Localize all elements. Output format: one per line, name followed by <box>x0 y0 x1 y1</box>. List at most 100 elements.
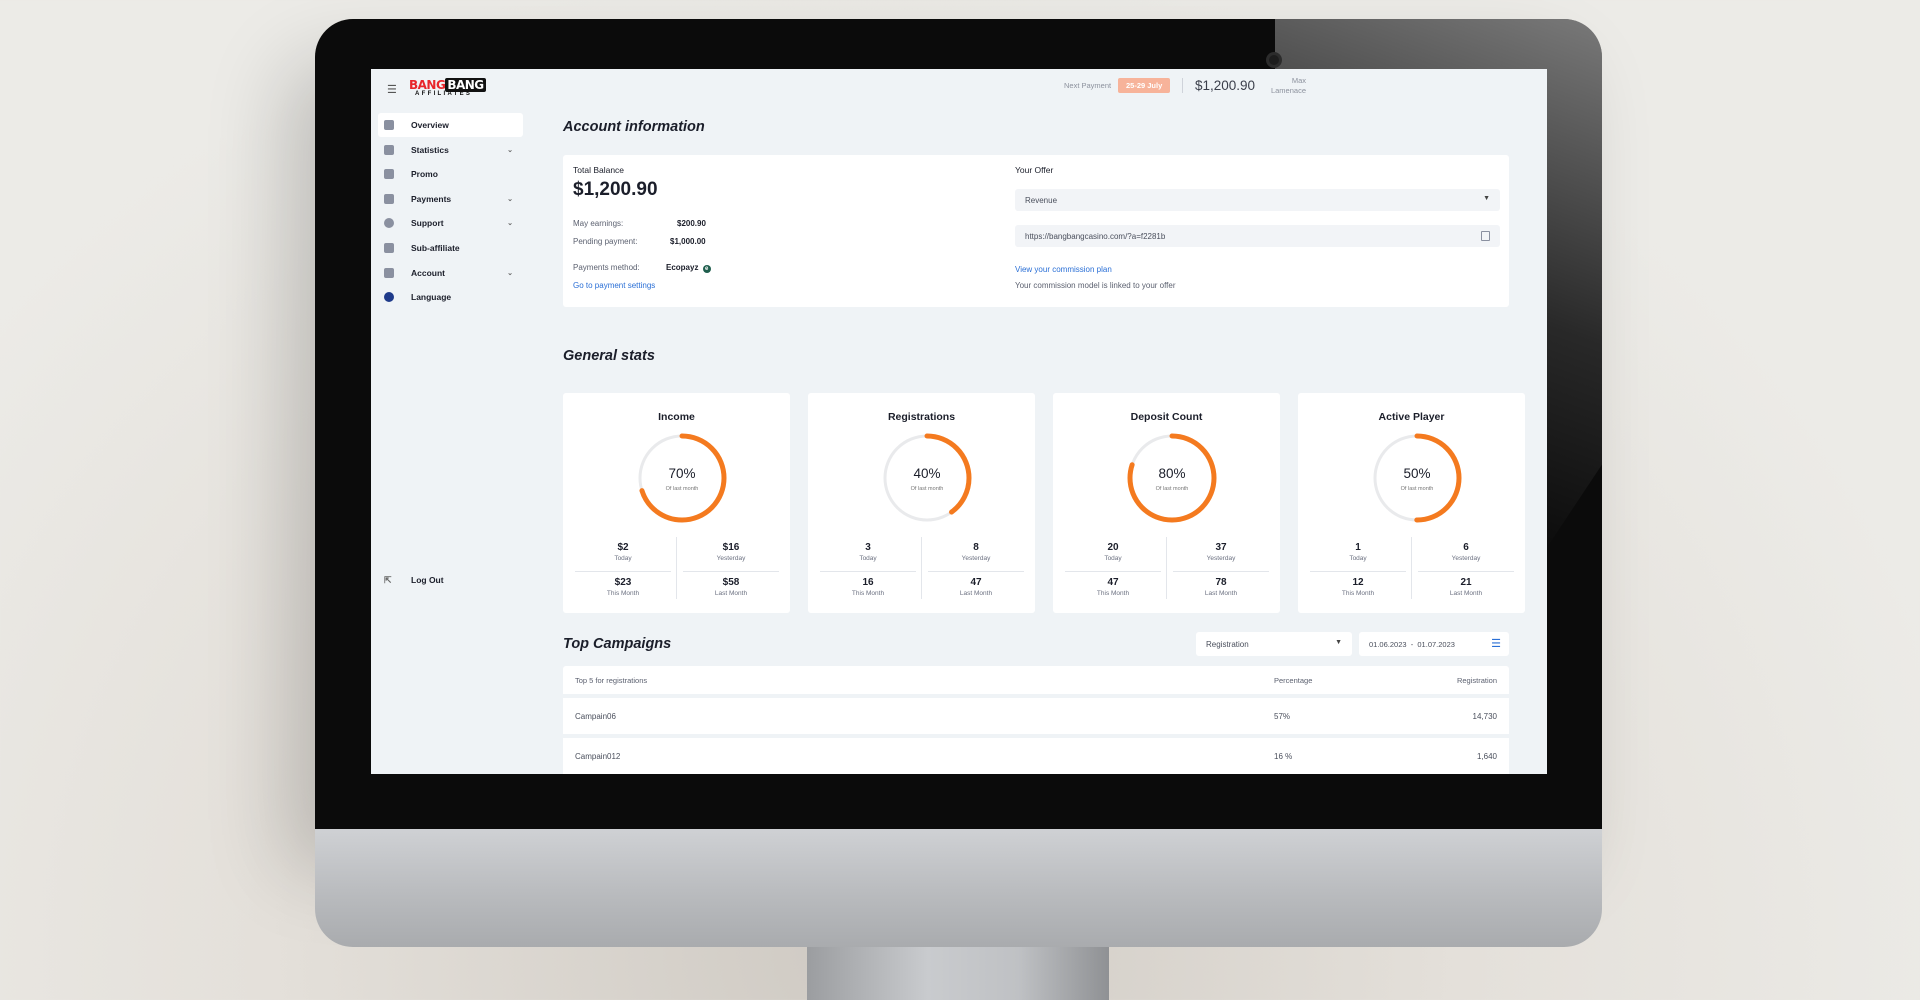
campaign-filter-select[interactable]: Registration ▼ <box>1196 632 1352 656</box>
chevron-down-icon: ⌄ <box>507 269 513 277</box>
total-balance-label: Total Balance <box>573 165 625 175</box>
logout-button[interactable]: ⇱ Log Out <box>384 575 444 585</box>
stat-title: Income <box>658 411 695 423</box>
divider <box>1310 571 1406 572</box>
stat-card: Registrations 40% Of last month 3 Today 8… <box>808 393 1035 613</box>
monitor-chin <box>315 829 1602 947</box>
copy-icon[interactable] <box>1481 231 1490 241</box>
stat-yesterday: 8 Yesterday <box>961 542 991 562</box>
payment-settings-link[interactable]: Go to payment settings <box>573 281 655 290</box>
table-cell: Campain06 <box>575 711 616 721</box>
stat-this-month: $23 This Month <box>606 577 640 597</box>
commission-plan-link[interactable]: View your commission plan <box>1015 265 1112 274</box>
stat-last-month: 47 Last Month <box>959 577 993 597</box>
table-cell: 16 % <box>1274 751 1293 761</box>
camera-icon <box>1266 52 1282 68</box>
sidebar-item-promo[interactable]: Promo <box>378 162 523 186</box>
pending-payment: $1,000.00 <box>670 237 706 246</box>
sidebar-item-label: Payments <box>411 193 452 204</box>
chevron-down-icon: ▼ <box>1483 195 1490 202</box>
chevron-down-icon: ⌄ <box>507 220 513 228</box>
top-campaigns-title: Top Campaigns <box>563 636 672 652</box>
sidebar-item-label: Language <box>411 292 452 303</box>
sidebar-item-language[interactable]: Language <box>378 285 523 309</box>
sidebar-item-payments[interactable]: Payments ⌄ <box>378 187 523 211</box>
stat-yesterday: 37 Yesterday <box>1206 542 1236 562</box>
stat-yesterday: 6 Yesterday <box>1451 542 1481 562</box>
user-icon <box>384 267 394 278</box>
divider <box>676 537 677 599</box>
table-header: Top 5 for registrations Percentage Regis… <box>563 666 1509 694</box>
sidebar-item-account[interactable]: Account ⌄ <box>378 261 523 285</box>
account-card: Total Balance $1,200.90 May earnings: $2… <box>563 155 1509 307</box>
table-cell: 14,730 <box>1472 711 1497 721</box>
sidebar-item-overview[interactable]: Overview <box>378 113 523 137</box>
affiliate-url-field[interactable]: https://bangbangcasino.com/?a=f2281b <box>1015 225 1500 247</box>
logo[interactable]: BANG BANG AFFILIATES <box>409 78 486 97</box>
offer-select[interactable]: Revenue ▼ <box>1015 189 1500 211</box>
sidebar-item-support[interactable]: Support ⌄ <box>378 211 523 235</box>
stat-last-month: 78 Last Month <box>1204 577 1238 597</box>
stat-yesterday: $16 Yesterday <box>716 542 746 562</box>
divider <box>928 571 1024 572</box>
next-payment-label: Next Payment <box>1064 81 1112 90</box>
stat-today: $2 Today <box>614 542 632 562</box>
sidebar: ☰ BANG BANG AFFILIATES Overview Statistics… <box>371 69 531 774</box>
chevron-down-icon: ⌄ <box>507 195 513 203</box>
stat-title: Active Player <box>1378 411 1445 423</box>
sidebar-item-label: Sub-affiliate <box>411 242 460 253</box>
divider <box>1166 537 1167 599</box>
chevron-down-icon: ⌄ <box>507 146 513 154</box>
sidebar-item-label: Promo <box>411 169 438 180</box>
chevron-down-icon: ▼ <box>1335 639 1342 646</box>
menu-icon[interactable]: ☰ <box>387 83 397 96</box>
table-cell: Campain012 <box>575 751 621 761</box>
sidebar-item-label: Support <box>411 218 444 229</box>
table-row[interactable]: Campain06 57% 14,730 <box>563 698 1509 734</box>
help-icon <box>384 218 394 229</box>
your-offer-label: Your Offer <box>1015 165 1054 175</box>
stat-today: 1 Today <box>1349 542 1367 562</box>
sidebar-item-sub-affiliate[interactable]: Sub-affiliate <box>378 236 523 260</box>
stat-title: Registrations <box>887 411 956 423</box>
stat-today: 20 Today <box>1104 542 1122 562</box>
date-range-picker[interactable]: 01.06.2023 - 01.07.2023 ☰ <box>1359 632 1509 656</box>
chart-icon <box>384 144 394 155</box>
account-title: Account information <box>563 119 705 135</box>
progress-ring <box>1372 433 1462 523</box>
header-balance: $1,200.90 <box>1195 78 1256 93</box>
divider <box>683 571 779 572</box>
stat-last-month: 21 Last Month <box>1449 577 1483 597</box>
header-divider <box>1182 78 1183 93</box>
stat-today: 3 Today <box>859 542 877 562</box>
progress-ring <box>1127 433 1217 523</box>
list-view-icon[interactable]: ☰ <box>1491 637 1501 650</box>
divider <box>575 571 671 572</box>
table-row[interactable]: Campain012 16 % 1,640 <box>563 738 1509 774</box>
logout-icon: ⇱ <box>384 575 392 585</box>
table-cell: 57% <box>1274 711 1291 721</box>
campaigns-table: Top 5 for registrations Percentage Regis… <box>563 666 1509 774</box>
divider <box>1173 571 1269 572</box>
progress-ring <box>637 433 727 523</box>
sidebar-nav: Overview Statistics ⌄ Promo Payments ⌄ Support… <box>378 113 523 310</box>
next-payment-badge: 25-29 July <box>1118 78 1171 93</box>
divider <box>820 571 916 572</box>
may-earnings: $200.90 <box>677 219 706 228</box>
user-menu[interactable]: Max Lamenace <box>1266 76 1306 96</box>
stat-last-month: $58 Last Month <box>714 577 748 597</box>
sidebar-item-statistics[interactable]: Statistics ⌄ <box>378 138 523 162</box>
payment-method: Ecopayz e <box>666 263 711 273</box>
stat-title: Deposit Count <box>1130 411 1203 423</box>
users-icon <box>384 242 394 253</box>
divider <box>921 537 922 599</box>
stat-this-month: 47 This Month <box>1096 577 1130 597</box>
general-stats-title: General stats <box>563 348 655 364</box>
top-header: Next Payment 25-29 July $1,200.90 Max La… <box>531 69 1547 103</box>
grid-icon <box>384 120 394 130</box>
promo-icon <box>384 169 394 180</box>
commission-note: Your commission model is linked to your … <box>1015 281 1176 290</box>
total-balance: $1,200.90 <box>573 179 658 200</box>
stat-card: Active Player 50% Of last month 1 Today 6… <box>1298 393 1525 613</box>
stat-this-month: 16 This Month <box>851 577 885 597</box>
